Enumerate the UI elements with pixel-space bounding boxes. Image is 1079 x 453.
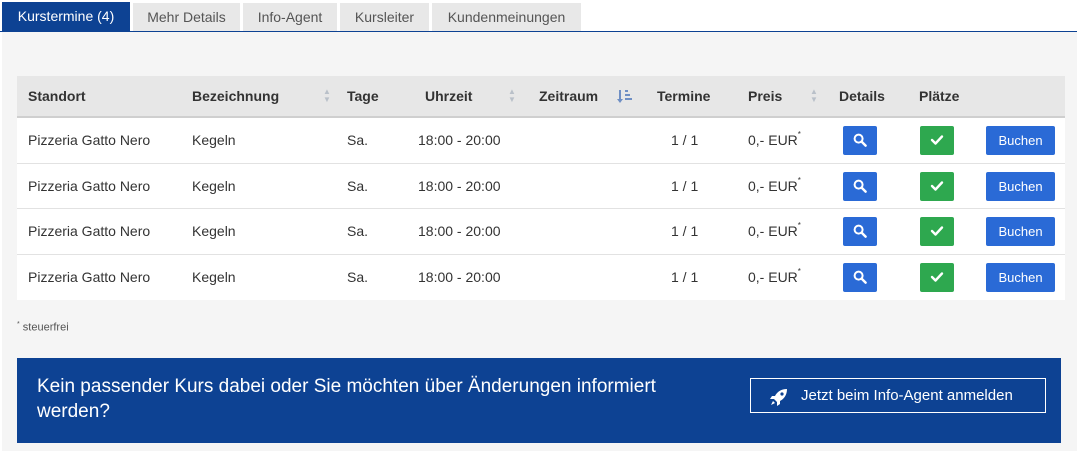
banner-text: Kein passender Kurs dabei oder Sie möcht… [37, 376, 656, 422]
places-available-indicator [920, 126, 954, 155]
cell-standort: Pizzeria Gatto Nero [28, 223, 151, 239]
cell-termine: 1 / 1 [671, 132, 699, 148]
tab-kundenmeinungen[interactable]: Kundenmeinungen [432, 3, 581, 31]
info-agent-signup-label: Jetzt beim Info-Agent anmelden [801, 387, 1013, 404]
header-zeitraum[interactable]: Zeitraum [539, 76, 598, 116]
header-tage[interactable]: Tage [347, 76, 379, 116]
details-button[interactable] [843, 171, 877, 201]
cell-preis: 0,- EUR* [748, 118, 801, 163]
cell-standort: Pizzeria Gatto Nero [28, 177, 151, 194]
course-dates-panel: Standort Bezeichnung ▲ ▼ Tage Uhrzeit ▲ ▼ … [2, 32, 1077, 451]
footnote: * steuerfrei [17, 321, 69, 334]
cell-preis: 0,- EUR* [748, 209, 801, 254]
cell-bezeichnung: Kegeln [192, 268, 236, 285]
places-available-indicator [920, 171, 954, 201]
sort-icon[interactable]: ▲ ▼ [323, 88, 331, 104]
tab-bar: Kurstermine (4) Mehr Details Info-Agent … [0, 0, 1077, 32]
cell-uhrzeit: 18:00 - 20:00 [418, 223, 501, 239]
table-row: Pizzeria Gatto Nero Kegeln Sa. 18:00 - 2… [17, 255, 1065, 301]
header-preis[interactable]: Preis [748, 76, 782, 116]
cell-tage: Sa. [347, 223, 369, 239]
rocket-icon [769, 386, 789, 419]
sort-icon[interactable]: ▲ ▼ [508, 88, 516, 104]
cell-tage: Sa. [347, 177, 369, 194]
price-tax-mark: * [797, 221, 801, 231]
cell-standort: Pizzeria Gatto Nero [28, 268, 151, 285]
course-dates-table: Standort Bezeichnung ▲ ▼ Tage Uhrzeit ▲ ▼ … [17, 76, 1065, 300]
cell-standort: Pizzeria Gatto Nero [28, 132, 151, 148]
book-button[interactable]: Buchen [986, 217, 1055, 246]
price-value: 0,- EUR [748, 177, 798, 194]
book-button[interactable]: Buchen [986, 171, 1055, 201]
book-button[interactable]: Buchen [986, 262, 1055, 292]
header-termine[interactable]: Termine [657, 76, 710, 116]
cell-uhrzeit: 18:00 - 20:00 [418, 268, 501, 285]
sort-icon[interactable]: ▲ ▼ [810, 88, 818, 104]
places-available-indicator [920, 217, 954, 246]
cell-bezeichnung: Kegeln [192, 223, 236, 239]
tab-kursleiter[interactable]: Kursleiter [340, 3, 429, 31]
header-plaetze: Plätze [919, 88, 960, 104]
cell-uhrzeit: 18:00 - 20:00 [418, 132, 501, 148]
info-agent-signup-button[interactable]: Jetzt beim Info-Agent anmelden [750, 378, 1046, 413]
price-tax-mark: * [797, 266, 801, 276]
cell-bezeichnung: Kegeln [192, 132, 236, 148]
table-header: Standort Bezeichnung ▲ ▼ Tage Uhrzeit ▲ ▼ … [17, 76, 1065, 118]
price-tax-mark: * [797, 130, 801, 140]
tab-kurstermine[interactable]: Kurstermine (4) [2, 2, 130, 31]
header-bezeichnung[interactable]: Bezeichnung [192, 76, 279, 116]
cell-termine: 1 / 1 [671, 177, 699, 194]
tab-mehr-details[interactable]: Mehr Details [133, 3, 240, 31]
table-row: Pizzeria Gatto Nero Kegeln Sa. 18:00 - 2… [17, 209, 1065, 255]
cell-tage: Sa. [347, 132, 369, 148]
cell-uhrzeit: 18:00 - 20:00 [418, 177, 501, 194]
tab-info-agent[interactable]: Info-Agent [243, 3, 337, 31]
details-button[interactable] [843, 262, 877, 292]
info-agent-banner: Kein passender Kurs dabei oder Sie möcht… [17, 358, 1061, 443]
cell-preis: 0,- EUR* [748, 164, 801, 209]
price-value: 0,- EUR [748, 132, 798, 148]
table-row: Pizzeria Gatto Nero Kegeln Sa. 18:00 - 2… [17, 164, 1065, 209]
footnote-text: steuerfrei [19, 321, 69, 334]
price-value: 0,- EUR [748, 268, 798, 285]
cell-termine: 1 / 1 [671, 268, 699, 285]
details-button[interactable] [843, 217, 877, 246]
sort-amount-icon[interactable] [617, 88, 633, 104]
cell-termine: 1 / 1 [671, 223, 699, 239]
cell-bezeichnung: Kegeln [192, 177, 236, 194]
header-details: Details [839, 88, 885, 104]
cell-tage: Sa. [347, 268, 369, 285]
table-row: Pizzeria Gatto Nero Kegeln Sa. 18:00 - 2… [17, 118, 1065, 164]
places-available-indicator [920, 262, 954, 292]
book-button[interactable]: Buchen [986, 126, 1055, 155]
cell-preis: 0,- EUR* [748, 255, 801, 300]
header-uhrzeit[interactable]: Uhrzeit [425, 76, 472, 116]
price-value: 0,- EUR [748, 223, 798, 239]
header-standort[interactable]: Standort [28, 76, 86, 116]
price-tax-mark: * [797, 175, 801, 185]
details-button[interactable] [843, 126, 877, 155]
table-body: Pizzeria Gatto Nero Kegeln Sa. 18:00 - 2… [17, 118, 1065, 300]
